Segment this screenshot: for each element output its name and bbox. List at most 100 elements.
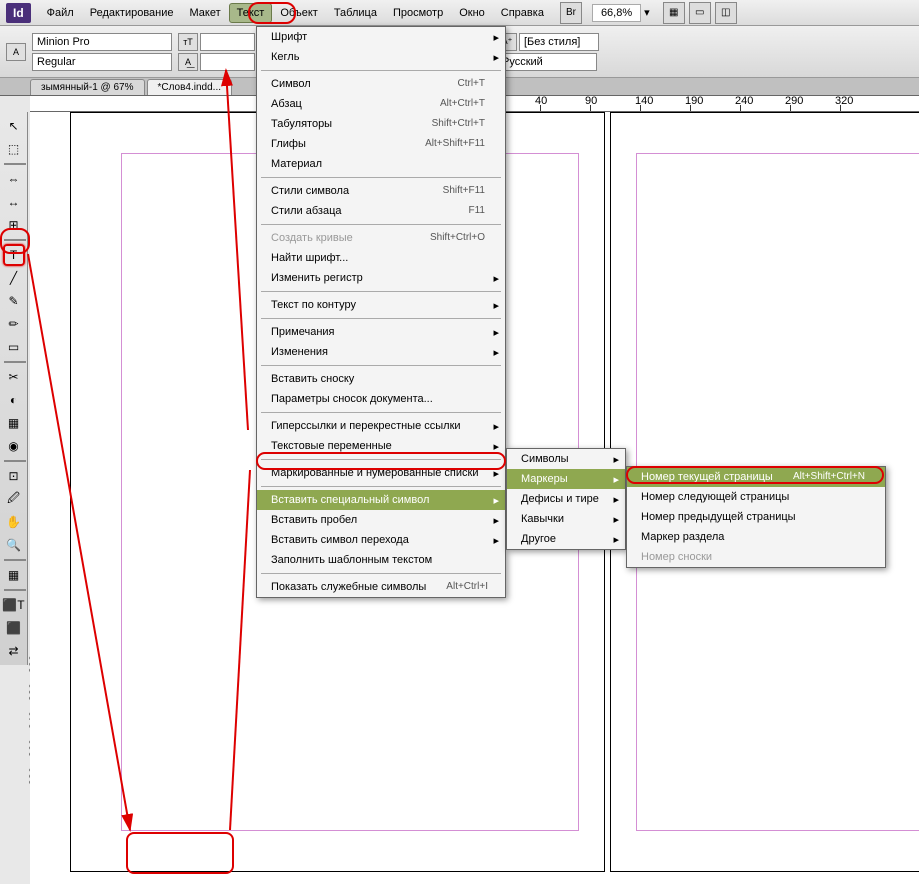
tool-19[interactable]: ⬛T: [3, 594, 25, 616]
document-tab[interactable]: зымянный-1 @ 67%: [30, 79, 145, 95]
tool-9[interactable]: ▭: [3, 336, 25, 358]
tool-17[interactable]: 🔍: [3, 534, 25, 556]
separator: [4, 460, 26, 462]
font-style-input[interactable]: [32, 53, 172, 71]
menu-item[interactable]: Маркированные и нумерованные списки: [257, 463, 505, 483]
tool-2[interactable]: ⇔: [3, 168, 25, 190]
tool-0[interactable]: ↖: [3, 115, 25, 137]
menu-редактирование[interactable]: Редактирование: [82, 3, 182, 23]
tool-5[interactable]: T: [3, 244, 25, 266]
menu-item[interactable]: ТабуляторыShift+Ctrl+T: [257, 114, 505, 134]
tool-21[interactable]: ⇄: [3, 640, 25, 662]
tool-11[interactable]: ◐: [3, 389, 25, 411]
menu-окно[interactable]: Окно: [451, 3, 493, 23]
menubar: Id ФайлРедактированиеМакетТекстОбъектТаб…: [0, 0, 919, 26]
tool-10[interactable]: ✂: [3, 366, 25, 388]
separator: [261, 318, 501, 319]
separator: [4, 163, 26, 165]
menu-справка[interactable]: Справка: [493, 3, 552, 23]
submenu-item[interactable]: Номер следующей страницы: [627, 487, 885, 507]
zoom-dropdown-icon[interactable]: ▾: [641, 6, 653, 19]
tool-1[interactable]: ⬚: [3, 138, 25, 160]
menu-item[interactable]: Изменить регистр: [257, 268, 505, 288]
separator: [261, 224, 501, 225]
menu-item[interactable]: Заполнить шаблонным текстом: [257, 550, 505, 570]
font-size-input[interactable]: [200, 33, 255, 51]
tool-7[interactable]: ✎: [3, 290, 25, 312]
menu-макет[interactable]: Макет: [182, 3, 229, 23]
menu-item[interactable]: Параметры сносок документа...: [257, 389, 505, 409]
markers-submenu: Номер текущей страницыAlt+Shift+Ctrl+NНо…: [626, 466, 886, 568]
menu-текст[interactable]: Текст: [229, 3, 273, 23]
menu-файл[interactable]: Файл: [39, 3, 82, 23]
tool-3[interactable]: ↔: [3, 191, 25, 213]
separator: [261, 459, 501, 460]
menu-item[interactable]: Вставить сноску: [257, 369, 505, 389]
submenu-item[interactable]: Маркеры: [507, 469, 625, 489]
submenu-item[interactable]: Кавычки: [507, 509, 625, 529]
menu-item[interactable]: СимволCtrl+T: [257, 74, 505, 94]
tool-12[interactable]: ▦: [3, 412, 25, 434]
bridge-icon[interactable]: Br: [560, 2, 582, 24]
ruler-tick: 290: [790, 105, 791, 111]
menu-item[interactable]: АбзацAlt+Ctrl+T: [257, 94, 505, 114]
tool-4[interactable]: ⊞: [3, 214, 25, 236]
ruler-tick: 240: [740, 105, 741, 111]
menu-item[interactable]: Кегль: [257, 47, 505, 67]
document-tab[interactable]: *Слов4.indd...: [147, 79, 233, 95]
ruler-tick: 320: [840, 105, 841, 111]
menu-item[interactable]: Изменения: [257, 342, 505, 362]
menu-item[interactable]: Стили абзацаF11: [257, 201, 505, 221]
menu-item[interactable]: Примечания: [257, 322, 505, 342]
submenu-item[interactable]: Номер текущей страницыAlt+Shift+Ctrl+N: [627, 467, 885, 487]
zoom-display[interactable]: 66,8%: [592, 4, 641, 22]
separator: [261, 412, 501, 413]
annotation-text-frame: [126, 832, 234, 874]
menu-item[interactable]: Текст по контуру: [257, 295, 505, 315]
screen-mode-icon[interactable]: ▭: [689, 2, 711, 24]
separator: [4, 589, 26, 591]
tool-20[interactable]: ⬛: [3, 617, 25, 639]
menu-item[interactable]: Материал: [257, 154, 505, 174]
menu-item[interactable]: Гиперссылки и перекрестные ссылки: [257, 416, 505, 436]
menu-item[interactable]: Шрифт: [257, 27, 505, 47]
tool-18[interactable]: ▦: [3, 564, 25, 586]
leading-icon: A͟: [178, 53, 198, 71]
separator: [261, 573, 501, 574]
language-input[interactable]: [497, 53, 597, 71]
menu-item: Создать кривыеShift+Ctrl+O: [257, 228, 505, 248]
menu-item[interactable]: ГлифыAlt+Shift+F11: [257, 134, 505, 154]
arrange-icon[interactable]: ◫: [715, 2, 737, 24]
submenu-item[interactable]: Дефисы и тире: [507, 489, 625, 509]
tool-6[interactable]: ╱: [3, 267, 25, 289]
tool-8[interactable]: ✏: [3, 313, 25, 335]
menu-просмотр[interactable]: Просмотр: [385, 3, 451, 23]
view-mode-icon[interactable]: ▦: [663, 2, 685, 24]
submenu-item[interactable]: Другое: [507, 529, 625, 549]
submenu-item[interactable]: Номер предыдущей страницы: [627, 507, 885, 527]
font-size-icon: тТ: [178, 33, 198, 51]
ruler-tick: 90: [590, 105, 591, 111]
tool-13[interactable]: ◉: [3, 435, 25, 457]
char-mode-icon[interactable]: A: [6, 43, 26, 61]
leading-input[interactable]: [200, 53, 255, 71]
submenu-item[interactable]: Маркер раздела: [627, 527, 885, 547]
tool-14[interactable]: ⊡: [3, 465, 25, 487]
menu-item[interactable]: Стили символаShift+F11: [257, 181, 505, 201]
menu-item[interactable]: Показать служебные символыAlt+Ctrl+I: [257, 577, 505, 597]
char-style-input[interactable]: [519, 33, 599, 51]
font-family-input[interactable]: [32, 33, 172, 51]
menu-item[interactable]: Текстовые переменные: [257, 436, 505, 456]
separator: [261, 177, 501, 178]
menu-item[interactable]: Вставить символ перехода: [257, 530, 505, 550]
menu-таблица[interactable]: Таблица: [326, 3, 385, 23]
menu-item[interactable]: Вставить пробел: [257, 510, 505, 530]
menu-item[interactable]: Вставить специальный символ: [257, 490, 505, 510]
tool-15[interactable]: 🖉: [3, 488, 25, 510]
menu-объект[interactable]: Объект: [272, 3, 325, 23]
menu-item[interactable]: Найти шрифт...: [257, 248, 505, 268]
tool-16[interactable]: ✋: [3, 511, 25, 533]
ruler-tick: 140: [640, 105, 641, 111]
separator: [261, 486, 501, 487]
submenu-item[interactable]: Символы: [507, 449, 625, 469]
